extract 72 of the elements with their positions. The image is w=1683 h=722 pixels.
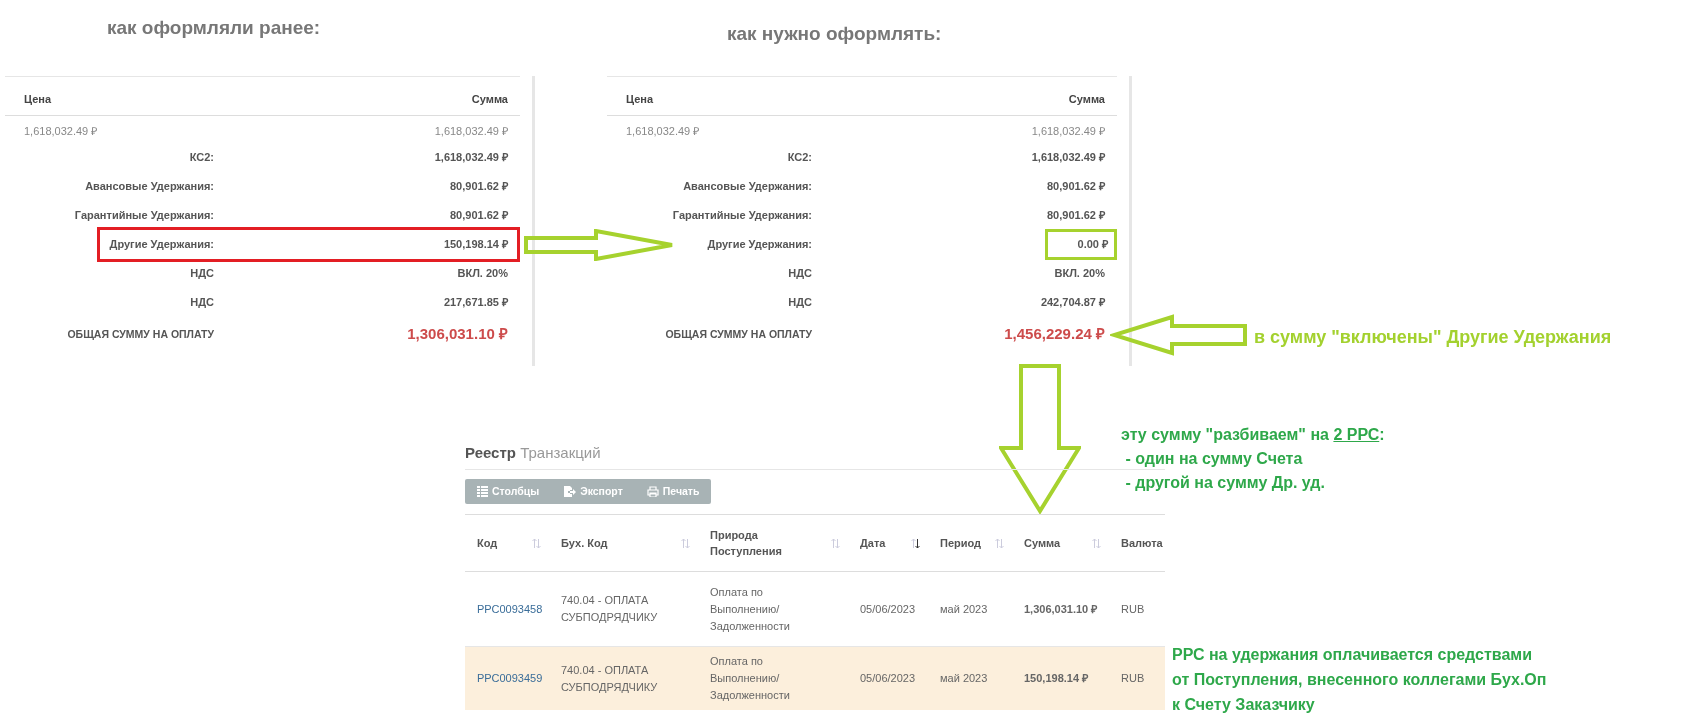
summary-label: Авансовые Удержания: — [84, 179, 215, 195]
table-cell-text: Оплата по Выполнению/ Задолженности — [710, 654, 791, 704]
section-heading: как оформляли ранее: — [107, 16, 321, 40]
print-icon — [646, 485, 659, 497]
summary-value: 150,198.14 ₽ — [443, 238, 508, 251]
table-cell-text: 1,306,031.10 ₽ — [1024, 601, 1098, 617]
table-cell-text: RUB — [1121, 601, 1145, 617]
column-header: Период — [940, 536, 983, 551]
column-header: Цена — [626, 92, 654, 107]
table-cell-text: 740.04 - ОПЛАТА СУБПОДРЯДЧИКУ — [561, 593, 659, 626]
summary-label: КС2: — [786, 150, 813, 166]
column-header: Сумма — [471, 92, 508, 107]
table-cell-text: 05/06/2023 — [860, 671, 916, 687]
annotation-text: РРС на удержания оплачивается средствами — [1172, 645, 1532, 665]
section-heading: как нужно оформлять: — [727, 22, 942, 46]
summary-value: 1,618,032.49 ₽ — [434, 151, 508, 164]
column-header: Цена — [24, 92, 52, 107]
summary-label: НДС — [189, 266, 215, 282]
summary-label: Другие Удержания: — [108, 237, 215, 253]
annotation-text: к Счету Заказчику — [1172, 695, 1315, 715]
price-value: 1,618,032.49 ₽ — [626, 123, 700, 139]
annotation-text: - другой на сумму Др. уд. — [1124, 473, 1325, 493]
column-header: Сумма — [1068, 92, 1105, 107]
annotation-text: от Поступления, внесенного коллегами Бух.Оп — [1172, 670, 1547, 690]
summary-label: НДС — [189, 295, 215, 311]
columns-icon — [477, 485, 488, 497]
column-header: Валюта — [1121, 536, 1164, 551]
summary-value: 80,901.62 ₽ — [1047, 209, 1105, 222]
sort-icon[interactable] — [911, 537, 920, 549]
summary-label: Гарантийные Удержания: — [671, 208, 813, 224]
summary-label: Другие Удержания: — [706, 237, 813, 253]
summary-label: Авансовые Удержания: — [682, 179, 813, 195]
summary-value: 80,901.62 ₽ — [450, 180, 508, 193]
table-cell-text: 150,198.14 ₽ — [1024, 671, 1089, 687]
total-value: 1,306,031.10 ₽ — [407, 325, 508, 343]
summary-value: 80,901.62 ₽ — [1047, 180, 1105, 193]
table-cell-text: Оплата по Выполнению/ Задолженности — [710, 584, 791, 634]
summary-label: КС2: — [188, 150, 215, 166]
table-cell-text: май 2023 — [940, 671, 988, 687]
price-value: 1,618,032.49 ₽ — [1031, 123, 1105, 139]
column-header: Природа Поступления — [710, 527, 783, 560]
summary-value: 1,618,032.49 ₽ — [1031, 151, 1105, 164]
summary-value: 217,671.85 ₽ — [443, 296, 508, 309]
toolbar-button[interactable]: Экспорт — [551, 478, 635, 505]
toolbar-button[interactable]: Печать — [634, 478, 712, 505]
price-value: 1,618,032.49 ₽ — [24, 123, 98, 139]
annotation-text: в сумму "включены" Другие Удержания — [1254, 326, 1612, 349]
annotation-text: - один на сумму Счета — [1124, 449, 1303, 469]
summary-value: ВКЛ. 20% — [457, 267, 508, 280]
total-label: ОБЩАЯ СУММУ НА ОПЛАТУ — [664, 326, 813, 342]
total-label: ОБЩАЯ СУММУ НА ОПЛАТУ — [66, 326, 215, 342]
column-header: Дата — [860, 536, 887, 551]
total-value: 1,456,229.24 ₽ — [1004, 325, 1105, 343]
summary-label: Гарантийные Удержания: — [73, 208, 215, 224]
table-cell-text: RUB — [1121, 671, 1145, 687]
table-cell-text: май 2023 — [940, 601, 988, 617]
summary-value: 80,901.62 ₽ — [450, 209, 508, 222]
toolbar-button[interactable]: Столбцы — [465, 478, 552, 505]
export-icon — [563, 485, 577, 497]
column-header: Бух. Код — [561, 536, 609, 551]
table-cell-text: 05/06/2023 — [860, 601, 916, 617]
summary-label: НДС — [787, 266, 813, 282]
code-link[interactable]: РРС0093458 — [477, 600, 543, 618]
annotation-text: эту сумму "разбиваем" на 2 РРС: — [1121, 425, 1385, 445]
price-value: 1,618,032.49 ₽ — [434, 123, 508, 139]
column-header: Сумма — [1024, 536, 1062, 551]
summary-value: ВКЛ. 20% — [1054, 267, 1105, 280]
summary-label: НДС — [787, 295, 813, 311]
summary-value: 242,704.87 ₽ — [1040, 296, 1105, 309]
highlighted-value: 0.00 ₽ — [1044, 229, 1117, 260]
column-header: Код — [477, 536, 499, 551]
table-cell-text: 740.04 - ОПЛАТА СУБПОДРЯДЧИКУ — [561, 662, 659, 695]
